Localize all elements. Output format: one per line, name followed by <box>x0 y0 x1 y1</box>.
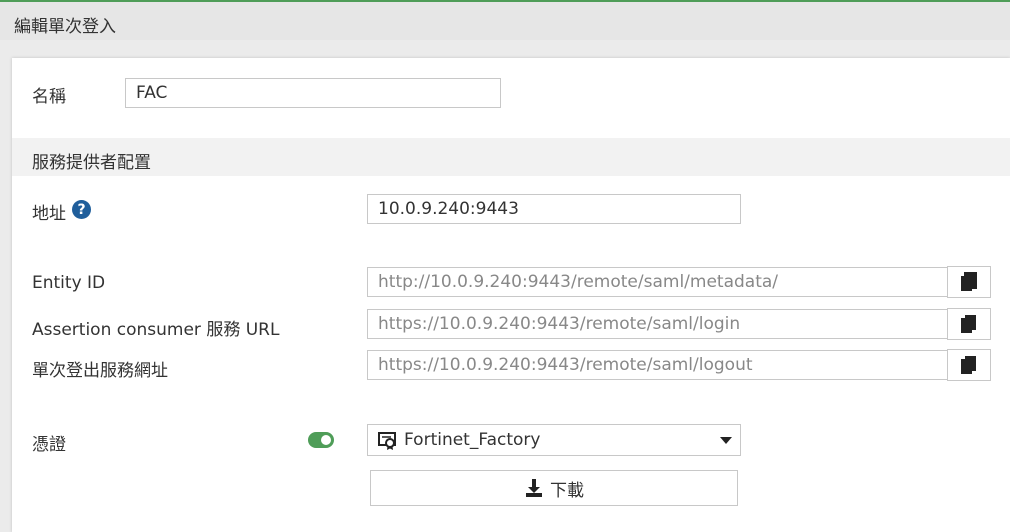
slo-url-field: https://10.0.9.240:9443/remote/saml/logo… <box>367 350 949 380</box>
certificate-select[interactable]: Fortinet_Factory <box>367 424 741 456</box>
acs-url-field: https://10.0.9.240:9443/remote/saml/logi… <box>367 309 949 339</box>
copy-icon <box>961 272 977 291</box>
dialog-header: 編輯單次登入 <box>0 0 1010 40</box>
chevron-down-icon <box>720 437 732 444</box>
name-input[interactable]: FAC <box>125 78 501 108</box>
download-label: 下載 <box>550 480 584 501</box>
certificate-selected-value: Fortinet_Factory <box>404 430 541 450</box>
slo-url-label: 單次登出服務網址 <box>32 361 168 381</box>
copy-icon <box>961 315 976 333</box>
address-input[interactable]: 10.0.9.240:9443 <box>367 194 741 224</box>
certificate-icon <box>378 431 398 455</box>
entity-id-field: http://10.0.9.240:9443/remote/saml/metad… <box>367 267 949 297</box>
name-label: 名稱 <box>32 87 66 107</box>
section-header: 服務提供者配置 <box>12 138 1010 176</box>
certificate-toggle[interactable] <box>308 432 334 448</box>
copy-slo-url-button[interactable] <box>947 349 991 381</box>
dialog-title: 編輯單次登入 <box>14 17 116 37</box>
certificate-label: 憑證 <box>32 435 66 455</box>
copy-acs-url-button[interactable] <box>947 308 991 340</box>
help-icon[interactable]: ? <box>72 200 91 219</box>
sso-edit-panel: 名稱 FAC 服務提供者配置 地址 ? 10.0.9.240:9443 Enti… <box>12 58 1010 532</box>
download-icon <box>526 479 542 497</box>
section-title: 服務提供者配置 <box>32 153 151 173</box>
address-label: 地址 <box>32 204 66 224</box>
entity-id-label: Entity ID <box>32 273 106 293</box>
copy-entity-id-button[interactable] <box>947 266 991 298</box>
copy-icon <box>961 356 976 374</box>
toggle-knob <box>321 435 331 445</box>
acs-url-label: Assertion consumer 服務 URL <box>32 320 280 340</box>
download-button[interactable]: 下載 <box>370 470 738 506</box>
